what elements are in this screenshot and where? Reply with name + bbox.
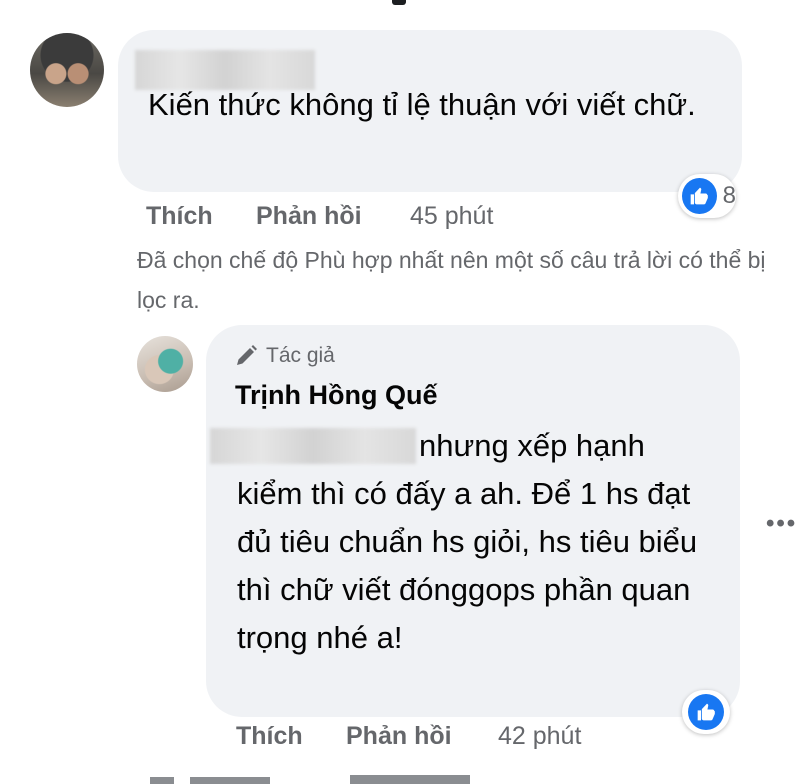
reply-reaction-summary[interactable] — [682, 690, 730, 734]
comment-timestamp[interactable]: 45 phút — [410, 202, 493, 231]
author-badge-label: Tác giả — [266, 344, 335, 367]
commenter-avatar[interactable] — [30, 33, 104, 107]
reaction-count: 8 — [722, 182, 736, 209]
like-button[interactable]: Thích — [146, 202, 213, 231]
like-icon — [688, 694, 724, 730]
author-badge: Tác giả — [234, 344, 335, 368]
author-avatar[interactable] — [137, 336, 193, 392]
author-name[interactable]: Trịnh Hồng Quế — [235, 380, 438, 411]
reply-text: nhưng xếp hạnh kiểm thì có đấy a ah. Để … — [237, 428, 698, 655]
pen-icon — [237, 345, 257, 365]
reaction-summary[interactable]: 8 — [678, 174, 736, 218]
reply-timestamp[interactable]: 42 phút — [498, 722, 581, 751]
comment-text: Kiến thức không tỉ lệ thuận với viết chữ… — [148, 87, 696, 122]
filter-notice: Đã chọn chế độ Phù hợp nhất nên một số c… — [137, 247, 766, 313]
reply-like-button[interactable]: Thích — [236, 722, 303, 751]
like-icon — [682, 178, 717, 214]
reply-reply-button[interactable]: Phản hồi — [346, 722, 452, 751]
reply-button[interactable]: Phản hồi — [256, 202, 362, 231]
cut-off-next-comment — [150, 772, 530, 784]
cut-off-top-element — [392, 0, 406, 5]
more-options-icon[interactable]: ••• — [766, 510, 797, 538]
